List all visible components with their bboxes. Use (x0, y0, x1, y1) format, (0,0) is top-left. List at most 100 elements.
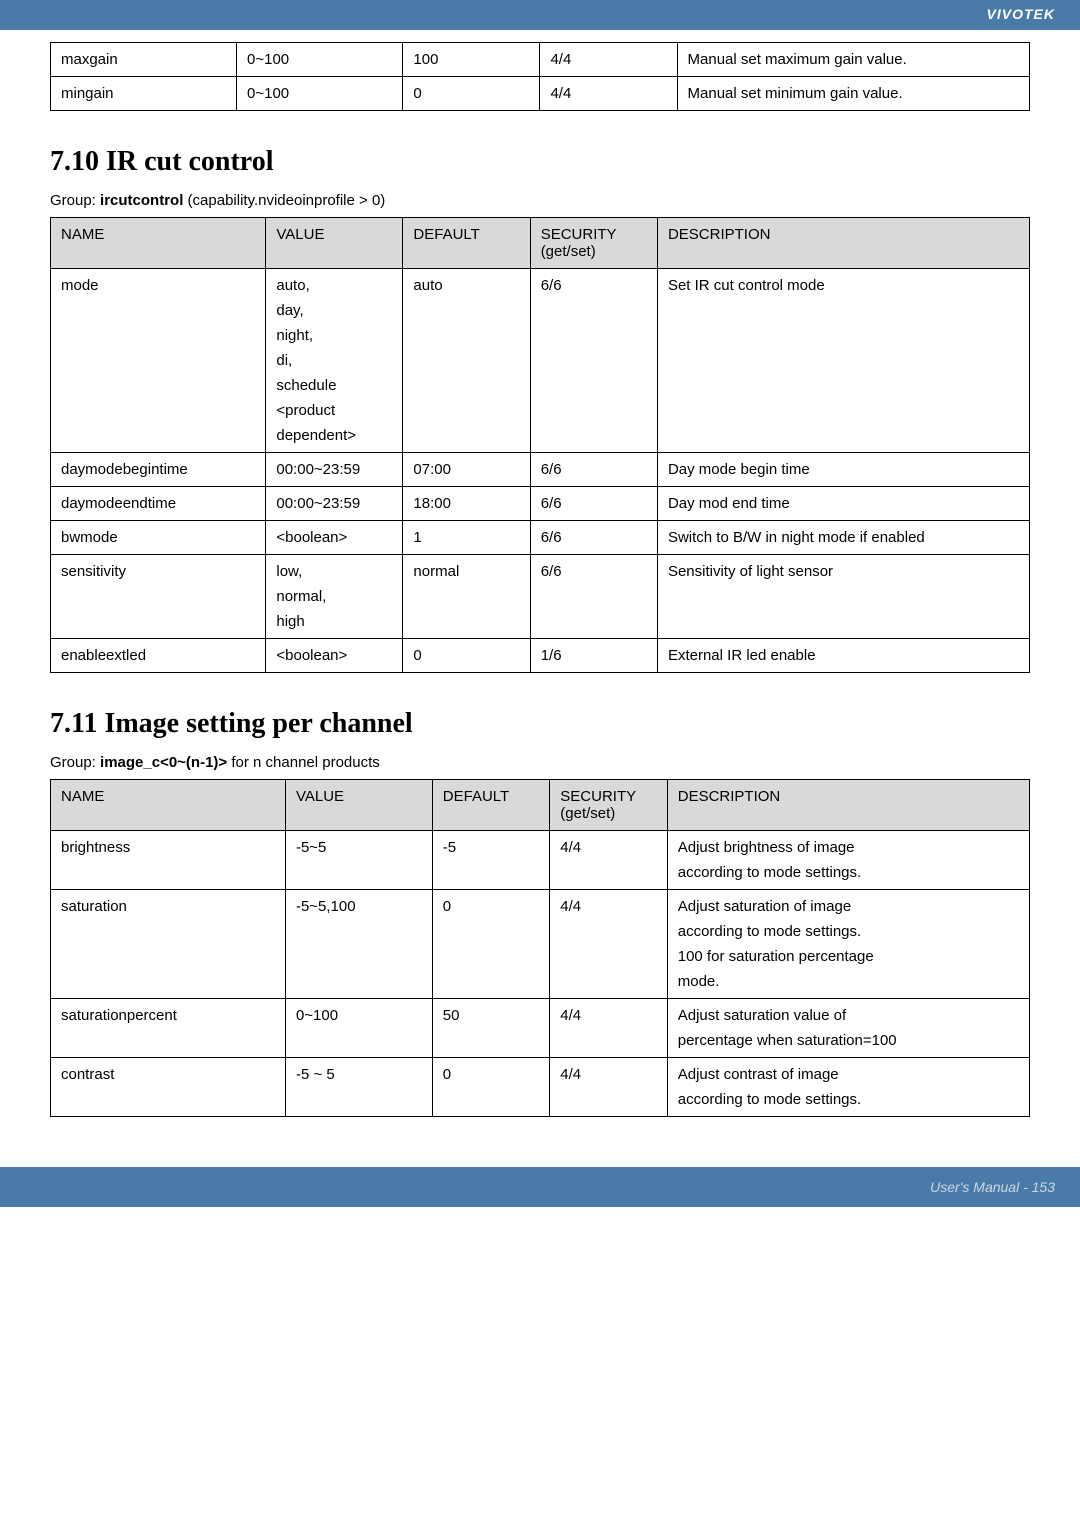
cell-value: -5 ~ 5 (285, 1058, 432, 1117)
th-default: DEFAULT (403, 218, 530, 269)
cell-desc: Adjust saturation of imageaccording to m… (667, 890, 1029, 999)
th-value: VALUE (285, 780, 432, 831)
cell-security: 6/6 (530, 521, 657, 555)
cell-name: daymodeendtime (51, 487, 266, 521)
th-security-line1: SECURITY (560, 788, 656, 805)
cell-value: <boolean> (266, 639, 403, 673)
group-name: ircutcontrol (100, 192, 183, 209)
cell-name: mingain (51, 77, 237, 111)
th-security: SECURITY (get/set) (530, 218, 657, 269)
cell-default: normal (403, 555, 530, 639)
cell-security: 6/6 (530, 555, 657, 639)
group-label-ircut: Group: ircutcontrol (capability.nvideoin… (50, 192, 1030, 209)
cell-security: 6/6 (530, 487, 657, 521)
group-suffix: (capability.nvideoinprofile > 0) (183, 192, 385, 209)
cell-value: 00:00~23:59 (266, 453, 403, 487)
cell-default: 50 (432, 999, 549, 1058)
cell-desc: Switch to B/W in night mode if enabled (657, 521, 1029, 555)
cell-name: saturationpercent (51, 999, 286, 1058)
cell-value: 0~100 (285, 999, 432, 1058)
cell-value: -5~5,100 (285, 890, 432, 999)
table-row: enableextled <boolean> 0 1/6 External IR… (51, 639, 1030, 673)
cell-desc: External IR led enable (657, 639, 1029, 673)
group-prefix: Group: (50, 192, 100, 209)
cell-value: <boolean> (266, 521, 403, 555)
section-title-image: 7.11 Image setting per channel (50, 708, 1030, 740)
cell-name: contrast (51, 1058, 286, 1117)
th-security-line2: (get/set) (560, 805, 656, 822)
cell-value: -5~5 (285, 831, 432, 890)
cell-security: 4/4 (550, 890, 667, 999)
table-row: bwmode <boolean> 1 6/6 Switch to B/W in … (51, 521, 1030, 555)
image-table: NAME VALUE DEFAULT SECURITY (get/set) DE… (50, 779, 1030, 1117)
cell-desc: Sensitivity of light sensor (657, 555, 1029, 639)
group-name: image_c<0~(n-1)> (100, 754, 227, 771)
cell-desc: Set IR cut control mode (657, 269, 1029, 453)
page-content: maxgain 0~100 1 0 0 4/4 Manual set maximum… (0, 30, 1080, 1137)
cell-security: 4/4 (550, 831, 667, 890)
th-description: DESCRIPTION (667, 780, 1029, 831)
cell-default: 18:00 (403, 487, 530, 521)
cell-value: 0~100 (237, 77, 403, 111)
cell-security: 4/4 (540, 77, 677, 111)
section-title-ircut: 7.10 IR cut control (50, 146, 1030, 178)
cell-desc: Manual set maximum gain value. (677, 43, 1029, 77)
cell-name: brightness (51, 831, 286, 890)
cell-security: 6/6 (530, 453, 657, 487)
cell-default: 0 (403, 639, 530, 673)
table-row: brightness -5~5 -5 4/4 Adjust brightness… (51, 831, 1030, 890)
cell-desc: Manual set minimum gain value. (677, 77, 1029, 111)
gain-table: maxgain 0~100 100 4/4 Manual set maximum… (50, 42, 1030, 111)
cell-name: enableextled (51, 639, 266, 673)
table-row: daymodebegintime 00:00~23:59 07:00 6/6 D… (51, 453, 1030, 487)
table-row: contrast -5 ~ 5 0 4/4 Adjust contrast of… (51, 1058, 1030, 1117)
th-description: DESCRIPTION (657, 218, 1029, 269)
table-row: saturationpercent 0~100 50 4/4 Adjust sa… (51, 999, 1030, 1058)
cell-value: 00:00~23:59 (266, 487, 403, 521)
cell-desc: Day mod end time (657, 487, 1029, 521)
group-label-image: Group: image_c<0~(n-1)> for n channel pr… (50, 754, 1030, 771)
cell-desc: Adjust contrast of imageaccording to mod… (667, 1058, 1029, 1117)
cell-desc: Day mode begin time (657, 453, 1029, 487)
footer-text: User's Manual - 153 (930, 1179, 1055, 1195)
cell-security: 1/6 (530, 639, 657, 673)
table-row: daymodeendtime 00:00~23:59 18:00 6/6 Day… (51, 487, 1030, 521)
group-suffix: for n channel products (227, 754, 380, 771)
th-default: DEFAULT (432, 780, 549, 831)
cell-security: 4/4 (550, 999, 667, 1058)
table-row: mingain 0~100 0 4/4 Manual set minimum g… (51, 77, 1030, 111)
cell-value: 0~100 (237, 43, 403, 77)
cell-default: 1 (403, 521, 530, 555)
th-name: NAME (51, 218, 266, 269)
th-name: NAME (51, 780, 286, 831)
cell-desc: Adjust saturation value ofpercentage whe… (667, 999, 1029, 1058)
cell-value: auto,day,night,di,schedule<productdepend… (266, 269, 403, 453)
cell-value: low,normal,high (266, 555, 403, 639)
cell-name: saturation (51, 890, 286, 999)
th-value: VALUE (266, 218, 403, 269)
header-bar: VIVOTEK (0, 0, 1080, 30)
cell-default: 07:00 (403, 453, 530, 487)
cell-name: maxgain (51, 43, 237, 77)
cell-name: mode (51, 269, 266, 453)
table-row: maxgain 0~100 100 4/4 Manual set maximum… (51, 43, 1030, 77)
cell-name: daymodebegintime (51, 453, 266, 487)
cell-default: 0 (432, 1058, 549, 1117)
th-security-line1: SECURITY (541, 226, 647, 243)
cell-security: 6/6 (530, 269, 657, 453)
table-row: saturation -5~5,100 0 4/4 Adjust saturat… (51, 890, 1030, 999)
brand-label: VIVOTEK (987, 6, 1055, 22)
group-prefix: Group: (50, 754, 100, 771)
cell-security: 4/4 (550, 1058, 667, 1117)
cell-default: 0 (403, 77, 540, 111)
th-security: SECURITY (get/set) (550, 780, 667, 831)
table-row: mode auto,day,night,di,schedule<productd… (51, 269, 1030, 453)
cell-default: 0 (432, 890, 549, 999)
cell-default: auto (403, 269, 530, 453)
cell-name: bwmode (51, 521, 266, 555)
footer-bar: User's Manual - 153 (0, 1167, 1080, 1207)
cell-security: 4/4 (540, 43, 677, 77)
table-row: sensitivity low,normal,high normal 6/6 S… (51, 555, 1030, 639)
ircut-table: NAME VALUE DEFAULT SECURITY (get/set) DE… (50, 217, 1030, 673)
cell-desc: Adjust brightness of imageaccording to m… (667, 831, 1029, 890)
